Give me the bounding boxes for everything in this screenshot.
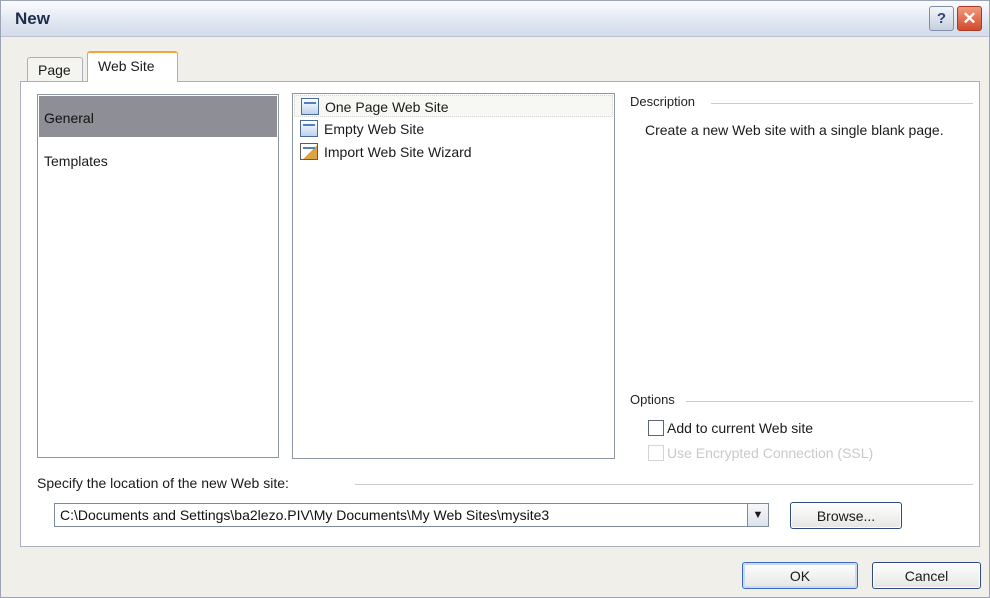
template-item-label: One Page Web Site (325, 99, 449, 115)
template-item-import-web-site-wizard[interactable]: Import Web Site Wizard (294, 141, 613, 163)
description-divider (711, 103, 973, 104)
location-label: Specify the location of the new Web site… (37, 475, 289, 491)
add-to-current-web-site-label[interactable]: Add to current Web site (667, 420, 813, 436)
tab-page[interactable]: Page (27, 57, 83, 81)
template-list[interactable]: One Page Web Site Empty Web Site Import … (292, 93, 615, 459)
browse-button[interactable]: Browse... (790, 502, 902, 529)
new-dialog: New ? ✕ Page Web Site General Templates … (0, 0, 990, 598)
options-label: Options (630, 392, 675, 407)
description-text: Create a new Web site with a single blan… (645, 122, 944, 138)
template-item-one-page-web-site[interactable]: One Page Web Site (294, 95, 613, 117)
template-item-label: Import Web Site Wizard (324, 144, 472, 160)
category-list[interactable]: General Templates (37, 94, 279, 458)
ok-button[interactable]: OK (742, 562, 858, 589)
cancel-button[interactable]: Cancel (872, 562, 981, 589)
add-to-current-web-site-checkbox[interactable] (648, 420, 664, 436)
tab-web-site[interactable]: Web Site (87, 51, 178, 82)
category-item-general[interactable]: General (39, 96, 277, 137)
chevron-down-icon[interactable]: ▼ (747, 503, 769, 527)
web-page-icon (300, 120, 318, 137)
options-divider (686, 401, 973, 402)
title-bar[interactable]: New ? ✕ (1, 1, 989, 37)
tab-panel-web-site: General Templates One Page Web Site Empt… (20, 81, 980, 547)
wizard-icon (300, 143, 318, 160)
template-item-label: Empty Web Site (324, 121, 425, 137)
category-item-templates[interactable]: Templates (39, 139, 277, 180)
close-button[interactable]: ✕ (957, 6, 982, 31)
encrypted-connection-label: Use Encrypted Connection (SSL) (667, 445, 874, 461)
web-page-icon (301, 98, 319, 115)
location-input[interactable] (54, 503, 755, 527)
location-divider (355, 484, 973, 485)
template-item-empty-web-site[interactable]: Empty Web Site (294, 118, 613, 140)
help-button[interactable]: ? (929, 6, 954, 31)
dialog-title: New (15, 9, 50, 28)
description-label: Description (630, 94, 696, 109)
encrypted-connection-checkbox (648, 445, 664, 461)
